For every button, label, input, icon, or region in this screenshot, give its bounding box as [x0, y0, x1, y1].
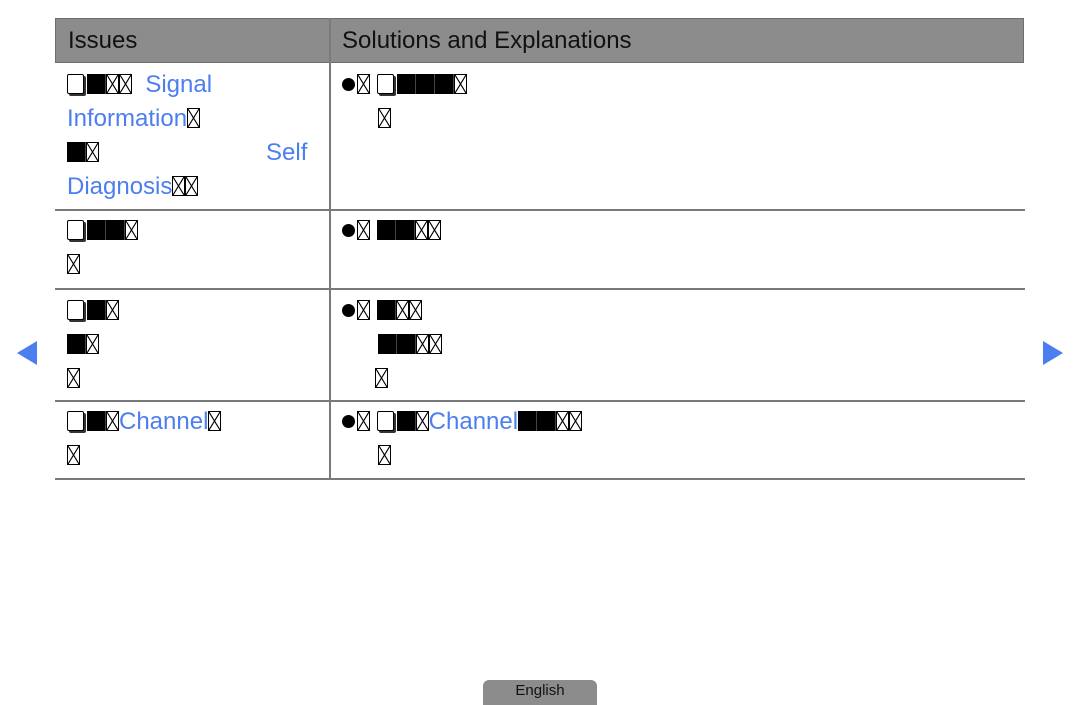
- table-row-1-solution: [342, 68, 467, 136]
- header-solutions: Solutions and Explanations: [342, 27, 632, 54]
- missing-glyph-icon: [397, 334, 416, 354]
- term-link[interactable]: Self: [266, 136, 307, 170]
- missing-glyph-icon: [187, 108, 201, 128]
- missing-glyph-icon: [67, 334, 86, 354]
- missing-glyph-icon: [172, 176, 186, 196]
- missing-glyph-icon: [106, 220, 125, 240]
- missing-glyph-icon: [375, 368, 388, 388]
- missing-glyph-icon: [106, 300, 119, 320]
- table-header-row: Issues Solutions and Explanations: [55, 18, 1024, 63]
- missing-glyph-icon: [67, 445, 80, 465]
- missing-glyph-icon: [67, 254, 80, 274]
- missing-glyph-icon: [208, 411, 222, 431]
- missing-glyph-icon: [569, 411, 583, 431]
- missing-glyph-icon: [378, 334, 397, 354]
- row-divider: [55, 209, 1025, 211]
- term-link[interactable]: Channel: [429, 408, 518, 435]
- missing-glyph-icon: [67, 368, 80, 388]
- arrow-left-icon[interactable]: [17, 341, 37, 365]
- table-row-3-solution: [342, 294, 442, 396]
- missing-glyph-icon: [67, 74, 84, 94]
- missing-glyph-icon: [67, 220, 84, 240]
- missing-glyph-icon: [357, 220, 370, 240]
- missing-glyph-icon: [414, 220, 428, 240]
- term-link[interactable]: Diagnosis: [67, 173, 172, 200]
- missing-glyph-icon: [376, 74, 394, 94]
- missing-glyph-icon: [357, 411, 370, 431]
- missing-glyph-icon: [415, 411, 429, 431]
- missing-glyph-icon: [396, 74, 416, 94]
- missing-glyph-icon: [518, 411, 538, 431]
- missing-glyph-icon: [86, 334, 99, 354]
- bullet-icon: [342, 415, 355, 428]
- missing-glyph-icon: [378, 445, 391, 465]
- bullet-icon: [342, 78, 355, 91]
- header-issues: Issues: [68, 27, 138, 54]
- missing-glyph-icon: [395, 300, 409, 320]
- bullet-icon: [342, 304, 355, 317]
- missing-glyph-icon: [427, 220, 441, 240]
- table-row-4-solution: Channel: [342, 405, 583, 473]
- missing-glyph-icon: [416, 334, 429, 354]
- missing-glyph-icon: [86, 142, 99, 162]
- missing-glyph-icon: [106, 411, 119, 431]
- missing-glyph-icon: [376, 220, 396, 240]
- table-row-1-issue: Signal Information Self Diagnosis: [67, 68, 317, 204]
- row-divider: [55, 400, 1025, 402]
- missing-glyph-icon: [125, 220, 138, 240]
- arrow-right-icon[interactable]: [1043, 341, 1063, 365]
- missing-glyph-icon: [67, 300, 84, 320]
- missing-glyph-icon: [67, 411, 84, 431]
- missing-glyph-icon: [556, 411, 570, 431]
- table-row-2-solution: [342, 214, 441, 248]
- term-link[interactable]: Signal: [145, 71, 212, 98]
- missing-glyph-icon: [537, 411, 557, 431]
- language-tab[interactable]: English: [483, 680, 597, 705]
- missing-glyph-icon: [87, 220, 106, 240]
- missing-glyph-icon: [357, 300, 370, 320]
- missing-glyph-icon: [378, 108, 391, 128]
- missing-glyph-icon: [376, 411, 394, 431]
- missing-glyph-icon: [357, 74, 370, 94]
- missing-glyph-icon: [408, 300, 422, 320]
- missing-glyph-icon: [396, 411, 416, 431]
- term-link[interactable]: Information: [67, 105, 187, 132]
- row-divider: [55, 288, 1025, 290]
- missing-glyph-icon: [185, 176, 199, 196]
- term-link[interactable]: Channel: [119, 408, 208, 435]
- missing-glyph-icon: [429, 334, 442, 354]
- missing-glyph-icon: [415, 74, 435, 94]
- missing-glyph-icon: [87, 300, 106, 320]
- table-row-3-issue: [67, 294, 119, 396]
- missing-glyph-icon: [87, 74, 106, 94]
- missing-glyph-icon: [395, 220, 415, 240]
- bullet-icon: [342, 224, 355, 237]
- missing-glyph-icon: [87, 411, 106, 431]
- missing-glyph-icon: [119, 74, 132, 94]
- missing-glyph-icon: [67, 142, 86, 162]
- missing-glyph-icon: [434, 74, 454, 94]
- table-row-4-issue: Channel: [67, 405, 222, 473]
- missing-glyph-icon: [106, 74, 119, 94]
- missing-glyph-icon: [376, 300, 396, 320]
- table-bottom-border: [55, 478, 1025, 480]
- column-divider: [329, 18, 331, 480]
- table-row-2-issue: [67, 214, 138, 282]
- missing-glyph-icon: [453, 74, 467, 94]
